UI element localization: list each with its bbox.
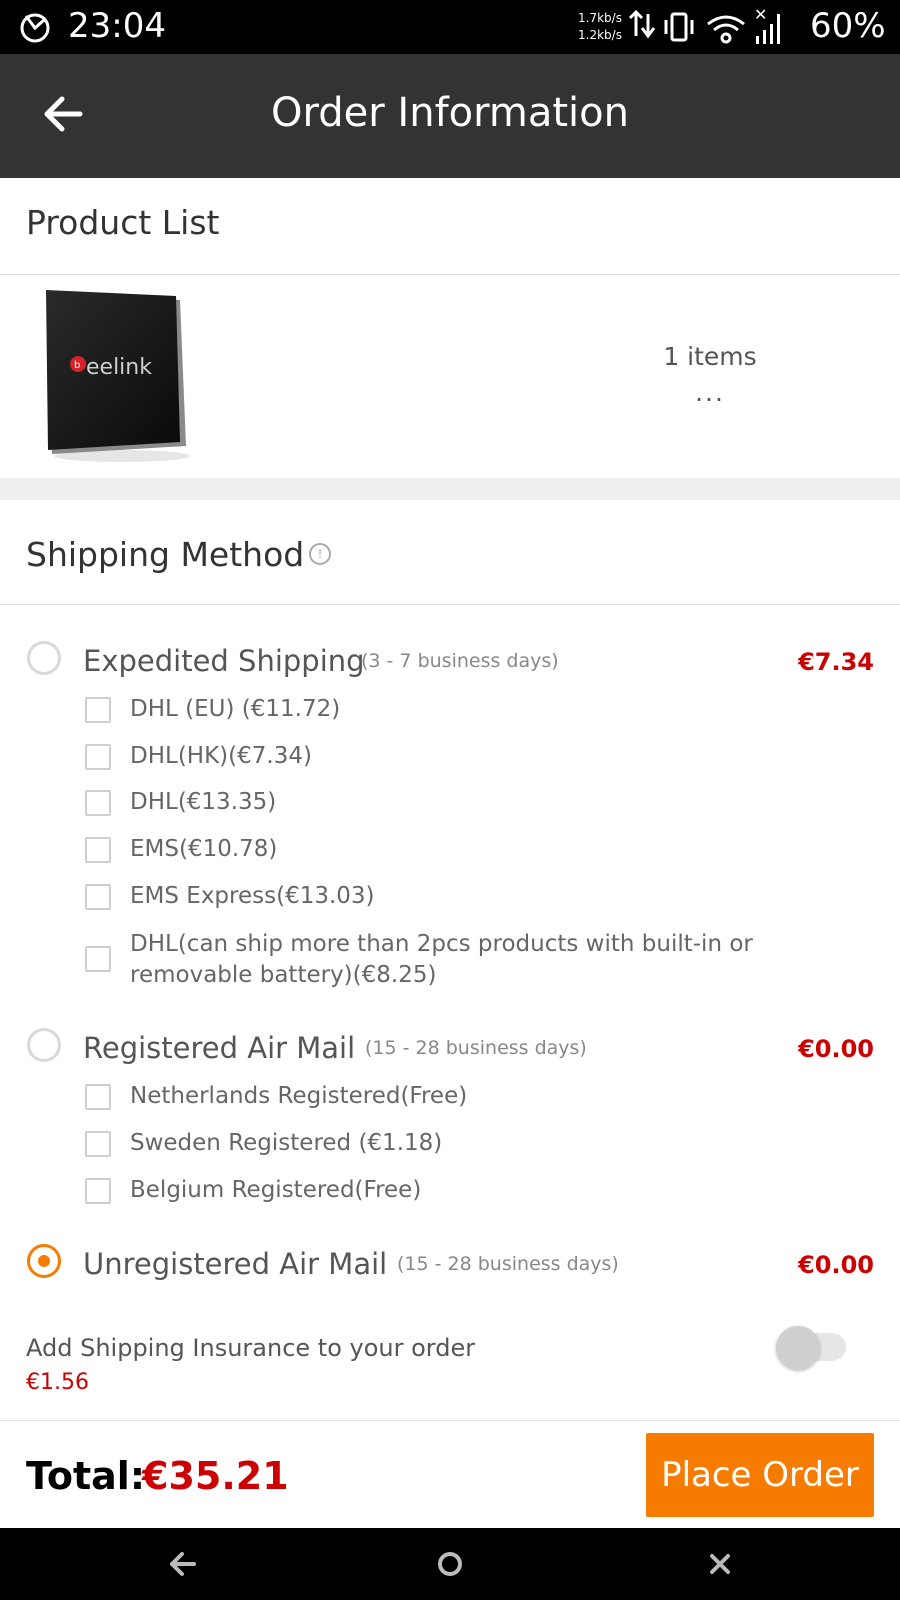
upload-speed: 1.7kb/s — [578, 11, 622, 25]
unregistered-air-mail-radio[interactable] — [27, 1244, 61, 1278]
network-speed: 1.7kb/s 1.2kb/s — [578, 10, 622, 44]
option-label[interactable]: Netherlands Registered(Free) — [130, 1083, 467, 1109]
option-checkbox[interactable] — [85, 837, 111, 863]
unregistered-air-mail-price: €0.00 — [798, 1251, 874, 1279]
data-transfer-icon — [628, 9, 656, 39]
option-label[interactable]: Belgium Registered(Free) — [130, 1177, 421, 1203]
option-checkbox[interactable] — [85, 1131, 111, 1157]
vibrate-icon — [664, 12, 694, 42]
expedited-shipping-label[interactable]: Expedited Shipping — [83, 644, 365, 678]
place-order-button[interactable]: Place Order — [646, 1433, 874, 1517]
items-count[interactable]: 1 items — [640, 342, 780, 371]
option-checkbox[interactable] — [85, 1084, 111, 1110]
option-label[interactable]: DHL(€13.35) — [130, 789, 276, 815]
info-icon[interactable]: ! — [309, 543, 331, 565]
divider — [0, 274, 900, 275]
shipping-insurance-price: €1.56 — [26, 1370, 89, 1395]
wifi-icon — [707, 15, 745, 44]
brand-logo-text: eelink — [86, 355, 152, 380]
option-checkbox[interactable] — [85, 884, 111, 910]
nav-home-icon[interactable] — [432, 1546, 468, 1582]
option-label[interactable]: DHL (EU) (€11.72) — [130, 696, 340, 722]
option-checkbox[interactable] — [85, 697, 111, 723]
option-checkbox[interactable] — [85, 946, 111, 972]
total-value: €35.21 — [142, 1454, 289, 1498]
registered-air-mail-label[interactable]: Registered Air Mail — [83, 1031, 355, 1065]
status-time: 23:04 — [68, 6, 166, 46]
insurance-toggle-knob[interactable] — [776, 1326, 820, 1370]
status-icons: ✕ — [628, 8, 780, 44]
registered-air-mail-price: €0.00 — [798, 1035, 874, 1063]
option-checkbox[interactable] — [85, 744, 111, 770]
section-separator — [0, 478, 900, 500]
option-checkbox[interactable] — [85, 1178, 111, 1204]
expedited-shipping-radio[interactable] — [27, 641, 61, 675]
shipping-method-title: Shipping Method — [26, 535, 305, 574]
option-checkbox[interactable] — [85, 790, 111, 816]
product-image[interactable]: b eelink — [30, 286, 196, 464]
registered-air-mail-radio[interactable] — [27, 1028, 61, 1062]
divider — [0, 604, 900, 605]
items-more[interactable]: ... — [640, 378, 780, 407]
option-label[interactable]: EMS(€10.78) — [130, 836, 277, 862]
arrow-left-icon[interactable] — [40, 94, 88, 134]
brand-b: b — [74, 360, 80, 371]
system-nav-bar — [0, 1528, 900, 1600]
expedited-shipping-price: €7.34 — [798, 648, 874, 676]
unregistered-air-mail-label[interactable]: Unregistered Air Mail — [83, 1247, 387, 1281]
signal-icon: ✕ — [754, 8, 780, 44]
option-label[interactable]: EMS Express(€13.03) — [130, 883, 375, 909]
status-bar: 23:04 1.7kb/s 1.2kb/s ✕ 60% — [0, 0, 900, 54]
option-label[interactable]: DHL(can ship more than 2pcs products wit… — [130, 929, 850, 991]
expedited-shipping-days: (3 - 7 business days) — [361, 650, 559, 672]
nav-close-icon[interactable] — [702, 1546, 738, 1582]
battery-percentage: 60% — [810, 6, 886, 46]
unregistered-air-mail-days: (15 - 28 business days) — [397, 1253, 619, 1275]
registered-air-mail-days: (15 - 28 business days) — [365, 1037, 587, 1059]
app-bar: Order Information — [0, 54, 900, 178]
option-label[interactable]: DHL(HK)(€7.34) — [130, 743, 312, 769]
page-title: Order Information — [271, 90, 629, 136]
download-speed: 1.2kb/s — [578, 28, 622, 42]
option-label[interactable]: Sweden Registered (€1.18) — [130, 1130, 442, 1156]
nav-back-icon[interactable] — [164, 1546, 200, 1582]
notification-icon — [20, 13, 50, 43]
shipping-insurance-label: Add Shipping Insurance to your order — [26, 1334, 476, 1362]
svg-text:✕: ✕ — [754, 8, 767, 24]
total-label: Total: — [26, 1454, 146, 1498]
product-list-title: Product List — [26, 203, 220, 242]
